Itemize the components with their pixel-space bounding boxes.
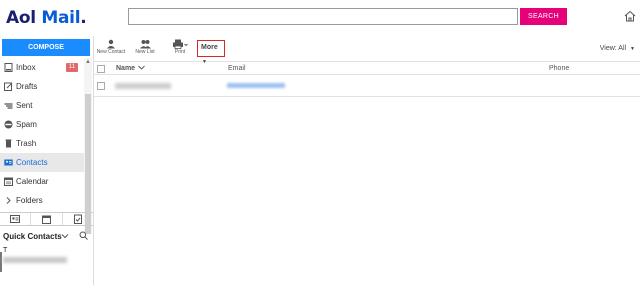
calendar-icon — [41, 215, 51, 224]
view-filter-label: View: All — [599, 45, 627, 52]
more-dropdown-button[interactable]: More ▼ — [197, 40, 225, 65]
chevron-right-icon[interactable] — [4, 196, 13, 205]
printer-icon — [173, 39, 188, 49]
aol-mail-logo[interactable]: Aol Mail. — [6, 8, 87, 28]
drafts-icon — [4, 82, 13, 91]
logo-prefix: Aol — [6, 8, 36, 28]
spam-icon — [4, 120, 13, 129]
new-contact-label: New Contact — [96, 49, 126, 55]
phone-column-header[interactable]: Phone — [549, 65, 569, 72]
folder-list-scrollbar[interactable]: ▲ — [84, 58, 92, 234]
sidebar-item-label: Calendar — [16, 177, 49, 186]
print-label: Print — [174, 49, 186, 55]
calendar-icon — [4, 177, 13, 186]
view-filter-dropdown[interactable]: View: All ▼ — [600, 45, 635, 52]
contacts-table-header: Name Email Phone — [94, 63, 640, 75]
sidebar-item-calendar[interactable]: Calendar — [0, 172, 84, 191]
quick-contacts-title: Quick Contacts — [3, 232, 62, 241]
trash-icon — [5, 139, 12, 148]
new-list-label: New List — [135, 49, 155, 55]
contact-name-redacted[interactable] — [115, 83, 171, 89]
sidebar-item-inbox[interactable]: Inbox 11 — [0, 58, 84, 77]
sidebar-item-drafts[interactable]: Drafts — [0, 77, 84, 96]
sidebar-item-label: Inbox — [16, 63, 36, 72]
sent-icon — [4, 103, 13, 109]
more-label: More — [201, 44, 218, 51]
sidebar-item-folders[interactable]: Folders — [0, 191, 84, 210]
logo-dot: . — [80, 8, 87, 28]
unread-count-badge: 11 — [66, 63, 78, 72]
contacts-toolbar: New Contact New List Print More ▼ View: … — [94, 36, 640, 65]
folder-list: Inbox 11 Drafts Sent Spam Trash Contacts… — [0, 58, 84, 210]
sort-chevron-icon — [138, 65, 145, 70]
caret-down-icon: ▼ — [630, 46, 635, 52]
search-input[interactable] — [128, 8, 518, 25]
sidebar-item-label: Spam — [16, 120, 37, 129]
sidebar-item-label: Drafts — [16, 82, 38, 91]
sidebar-item-spam[interactable]: Spam — [0, 115, 84, 134]
quick-contacts-letter: T — [3, 247, 8, 254]
select-all-checkbox[interactable] — [97, 65, 105, 73]
sidebar-bottom-tabs — [0, 212, 93, 226]
inbox-icon — [4, 63, 13, 72]
new-contact-button[interactable]: New Contact — [96, 39, 126, 55]
print-button[interactable]: Print — [168, 39, 192, 55]
search-icon[interactable] — [79, 231, 88, 240]
contact-card-icon — [10, 215, 21, 223]
left-navigation: COMPOSE Inbox 11 Drafts Sent Spam Trash … — [0, 36, 94, 285]
app-header: Aol Mail. SEARCH — [0, 0, 640, 36]
group-icon — [139, 40, 151, 49]
search-button[interactable]: SEARCH — [520, 8, 567, 25]
sidebar-item-trash[interactable]: Trash — [0, 134, 84, 153]
new-list-button[interactable]: New List — [132, 39, 158, 55]
sidebar-item-contacts[interactable]: Contacts — [0, 153, 84, 172]
contacts-icon — [4, 159, 13, 166]
tab-calendar[interactable] — [31, 213, 63, 225]
sidebar-item-label: Trash — [16, 139, 37, 148]
name-header-label: Name — [116, 65, 136, 72]
sidebar-item-label: Sent — [16, 101, 33, 110]
email-column-header[interactable]: Email — [228, 65, 246, 72]
tab-tasks[interactable] — [63, 213, 93, 225]
home-icon[interactable] — [624, 10, 636, 22]
tab-contacts[interactable] — [0, 213, 32, 225]
name-column-header[interactable]: Name — [116, 65, 145, 72]
scroll-up-arrow-icon[interactable]: ▲ — [85, 59, 91, 65]
sidebar-item-label: Contacts — [16, 158, 48, 167]
tasks-icon — [73, 214, 82, 224]
chevron-down-icon[interactable] — [61, 232, 69, 240]
sidebar-item-sent[interactable]: Sent — [0, 96, 84, 115]
row-checkbox[interactable] — [97, 82, 105, 90]
add-person-icon — [106, 39, 115, 49]
sidebar-item-label: Folders — [16, 196, 43, 205]
quick-contacts-edge — [0, 252, 2, 272]
quick-contact-item-redacted[interactable] — [3, 257, 67, 263]
compose-button[interactable]: COMPOSE — [2, 39, 90, 56]
logo-main: Mail — [41, 8, 81, 28]
contact-email-redacted[interactable] — [227, 83, 285, 88]
table-row[interactable] — [94, 76, 640, 97]
